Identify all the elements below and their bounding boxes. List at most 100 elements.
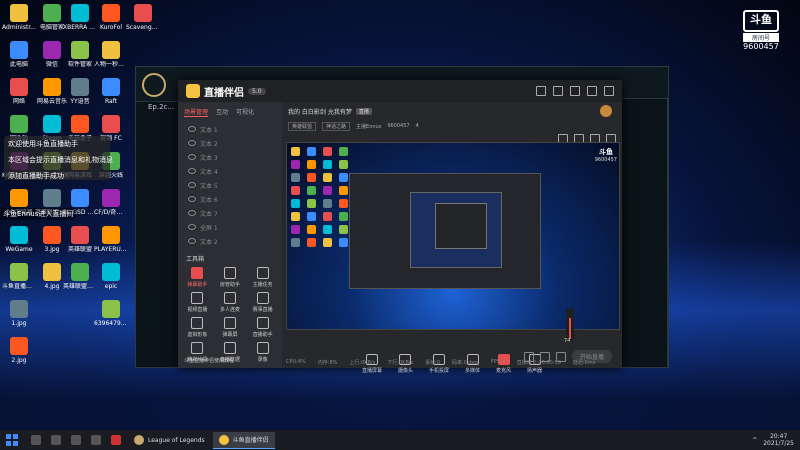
app-icon <box>10 78 28 96</box>
task-view-icon[interactable] <box>51 435 61 445</box>
desktop-icon[interactable]: CF/D/奇观 决大友 <box>94 189 128 216</box>
desktop-icon[interactable]: 英雄联盟WeGame版 <box>63 263 97 290</box>
eye-icon[interactable] <box>188 140 196 146</box>
source-control-label: 手机投屏 <box>428 368 449 374</box>
tool-item[interactable]: 多人连麦 <box>215 292 246 313</box>
desktop-icon[interactable]: Raft <box>94 78 128 105</box>
app-icon <box>71 41 89 59</box>
desktop-icon[interactable]: 网络 <box>2 78 36 105</box>
app-icon <box>43 115 61 133</box>
scene-item[interactable]: 文本 4 <box>178 164 282 178</box>
tool-item[interactable]: 视频直播 <box>182 292 213 313</box>
lol-logo-icon <box>142 73 166 97</box>
scene-item[interactable]: 文本 7 <box>178 206 282 220</box>
desktop-icon-label: 斗鱼直播伴侣 <box>2 283 36 290</box>
windows-start-icon[interactable] <box>6 434 18 446</box>
tool-item[interactable]: 直播助手 <box>247 317 278 338</box>
subcategory-select[interactable]: 神话之路 <box>322 121 351 131</box>
avatar[interactable] <box>600 105 612 117</box>
stream-preview[interactable]: 斗鱼 9600457 <box>286 142 620 330</box>
tab-scenes[interactable]: 场景管理 <box>184 107 209 117</box>
eye-icon[interactable] <box>188 126 196 132</box>
desktop-icon[interactable]: Administr... <box>2 4 36 31</box>
desktop-icon[interactable]: 2.jpg <box>2 337 36 364</box>
clock[interactable]: 20:47 2021/7/25 <box>763 433 794 447</box>
explorer-icon[interactable] <box>91 435 101 445</box>
desktop-icon[interactable]: 1.jpg <box>2 300 36 327</box>
mic-volume-slider[interactable] <box>566 308 574 342</box>
eye-icon[interactable] <box>188 224 196 230</box>
taskbar-app-douyu[interactable]: 斗鱼直播伴侣 <box>212 431 275 449</box>
app-icon-red[interactable] <box>111 435 121 445</box>
desktop-icon[interactable]: 软件管家 <box>63 41 97 68</box>
app-icon <box>102 300 120 318</box>
scene-label: 文本 1 <box>200 126 218 134</box>
close-icon[interactable] <box>604 86 614 96</box>
tools-header: 工具箱 <box>186 256 205 263</box>
scene-item[interactable]: 文本 1 <box>178 122 282 136</box>
eye-icon[interactable] <box>188 154 196 160</box>
status-item: FPS:0 <box>490 359 505 365</box>
tool-item[interactable]: 主播任务 <box>247 267 278 288</box>
eye-icon[interactable] <box>188 182 196 188</box>
desktop-icon-label: YY语音 <box>70 98 90 105</box>
desktop-icon[interactable]: 6396479... 5 <box>94 300 128 327</box>
tool-label: 虚拟形象 <box>187 332 208 338</box>
eye-icon[interactable] <box>188 168 196 174</box>
category-select[interactable]: 英雄联盟 <box>288 121 317 131</box>
desktop-icon[interactable]: epic <box>94 263 128 290</box>
tab-visual[interactable]: 可视化 <box>236 107 254 117</box>
scene-item[interactable]: 文本 5 <box>178 178 282 192</box>
desktop-icon-label: XBERRA Radio... <box>63 24 97 31</box>
preview-icon <box>307 225 316 234</box>
desktop-icon[interactable]: Scavengers <box>126 4 160 31</box>
scene-label: 文本 2 <box>200 238 218 246</box>
scene-item[interactable]: 全屏 1 <box>178 220 282 234</box>
tool-item[interactable]: 房管助手 <box>215 267 246 288</box>
tool-icon <box>191 317 204 329</box>
desktop-icon[interactable]: WeGame <box>2 226 36 253</box>
live-companion-window[interactable]: 直播伴侣 5.0 场景管理 互动 可视化 文本 1 文本 2 文本 3 文本 4 文本 … <box>178 80 622 374</box>
lol-back-label: Ep.2c... <box>148 103 175 111</box>
tool-icon <box>256 317 269 329</box>
tutorial-link[interactable]: 斗鱼直播伴侣使用教程 <box>178 357 240 364</box>
desktop-icon[interactable]: KuroFol <box>94 4 128 31</box>
desktop-icon[interactable]: 人物一秒绘录 Human.fal... <box>94 41 128 68</box>
tool-item[interactable]: 虚拟形象 <box>182 317 213 338</box>
scene-item[interactable]: 文本 6 <box>178 192 282 206</box>
minimize-icon[interactable] <box>570 86 580 96</box>
search-icon[interactable] <box>31 435 41 445</box>
status-item: 丢帧:0 <box>425 360 441 366</box>
scene-item[interactable]: 文本 2 <box>178 136 282 150</box>
room-id: 9600457 <box>387 123 410 129</box>
tray-chevron-icon[interactable]: ^ <box>752 437 757 444</box>
eye-icon[interactable] <box>188 238 196 244</box>
tool-icon <box>223 267 236 279</box>
desktop-icon-label: epic <box>104 283 118 290</box>
tab-interact[interactable]: 互动 <box>216 107 228 117</box>
settings-icon[interactable] <box>536 86 546 96</box>
tool-item[interactable]: 弹幕屏 <box>215 317 246 338</box>
eye-icon[interactable] <box>188 196 196 202</box>
tool-item[interactable]: 赛事直播 <box>247 292 278 313</box>
desktop-icon[interactable]: 此电脑 <box>2 41 36 68</box>
taskbar-app-lol[interactable]: League of Legends <box>128 432 211 448</box>
settings-icon[interactable] <box>71 435 81 445</box>
taskbar: League of Legends 斗鱼直播伴侣 ^ 20:47 2021/7/… <box>0 430 800 450</box>
room-title[interactable]: 我的 白白影剑 允我有梦 <box>288 107 352 116</box>
scene-label: 文本 6 <box>200 196 218 204</box>
desktop-icon[interactable]: YY语音 <box>63 78 97 105</box>
desktop-icon[interactable]: 英雄联盟 <box>63 226 97 253</box>
desktop-icon[interactable]: 斗鱼直播伴侣 <box>2 263 36 290</box>
skin-icon[interactable] <box>553 86 563 96</box>
desktop-icon[interactable]: XBERRA Radio... <box>63 4 97 31</box>
scene-item[interactable]: 文本 2 <box>178 234 282 248</box>
eye-icon[interactable] <box>188 210 196 216</box>
app-icon <box>102 189 120 207</box>
desktop-icon[interactable]: PLAYERU... BATTLEGR... <box>94 226 128 253</box>
desktop-icon-label: WeGame <box>5 246 33 253</box>
tool-item[interactable]: 弹幕助手 <box>182 267 213 288</box>
tool-item[interactable]: 录像 <box>247 342 278 363</box>
maximize-icon[interactable] <box>587 86 597 96</box>
scene-item[interactable]: 文本 3 <box>178 150 282 164</box>
